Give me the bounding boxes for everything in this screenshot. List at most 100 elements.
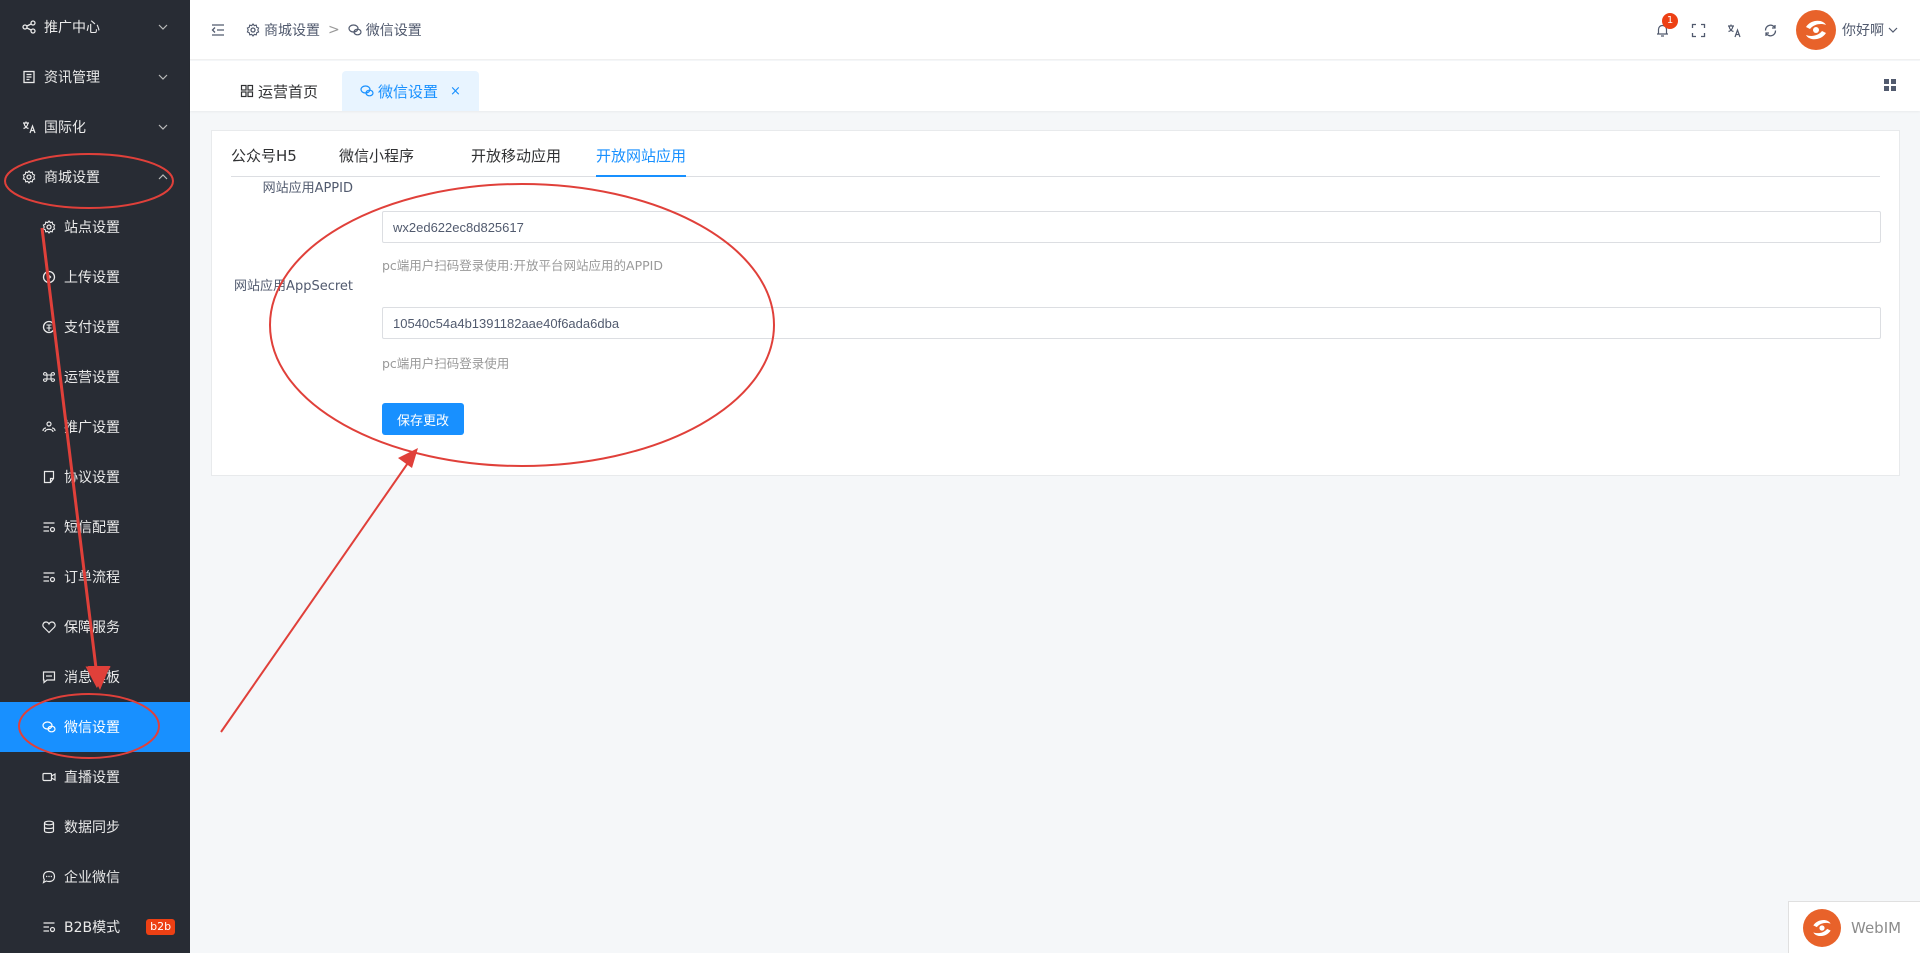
sidebar-item-message-template[interactable]: 消息模板 xyxy=(0,652,190,702)
fullscreen-icon xyxy=(1691,23,1705,37)
sub-tabs: 公众号H5 微信小程序 开放移动应用 开放网站应用 xyxy=(231,131,1880,177)
refresh-button[interactable] xyxy=(1752,0,1788,60)
save-button[interactable]: 保存更改 xyxy=(382,403,465,435)
sidebar-item-label: 推广中心 xyxy=(44,20,100,36)
page-tab-wechat-settings[interactable]: 微信设置 × xyxy=(342,71,479,111)
dashboard-icon xyxy=(240,84,254,98)
sidebar-item-label: 支付设置 xyxy=(64,320,120,336)
breadcrumb: 商城设置 > 微信设置 xyxy=(246,20,422,40)
breadcrumb-label: 商城设置 xyxy=(264,22,320,39)
upload-icon xyxy=(42,270,56,284)
wechat-icon xyxy=(360,85,374,97)
b2b-icon xyxy=(42,920,56,934)
sms-config-icon xyxy=(42,520,56,534)
chevron-down-icon xyxy=(158,124,168,130)
user-menu[interactable]: 你好啊 xyxy=(1796,10,1898,50)
user-name: 你好啊 xyxy=(1842,23,1884,39)
avatar xyxy=(1796,10,1836,50)
appid-hint: pc端用户扫码登录使用:开放平台网站应用的APPID xyxy=(382,258,663,273)
sidebar-item-label: 数据同步 xyxy=(64,820,120,836)
sidebar-item-b2b-mode[interactable]: B2B模式 b2b xyxy=(0,902,190,952)
header-actions: 1 你好啊 xyxy=(1644,0,1920,60)
page-tab-label: 微信设置 xyxy=(378,82,439,101)
sidebar-item-label: 微信设置 xyxy=(64,720,120,736)
gear-icon xyxy=(22,170,36,184)
sidebar-item-i18n[interactable]: 国际化 xyxy=(0,102,190,152)
order-flow-icon xyxy=(42,570,56,584)
sidebar-item-label: 站点设置 xyxy=(64,220,120,236)
sidebar-item-guarantee-service[interactable]: 保障服务 xyxy=(0,602,190,652)
sidebar-item-label: 订单流程 xyxy=(64,570,120,586)
sidebar-item-label: 商城设置 xyxy=(44,170,100,186)
breadcrumb-item-wechat-settings: 微信设置 xyxy=(348,20,422,40)
appid-label: 网站应用APPID xyxy=(262,181,353,196)
b2b-badge: b2b xyxy=(146,919,176,935)
breadcrumb-item-mall-settings[interactable]: 商城设置 xyxy=(246,20,320,40)
database-icon xyxy=(42,820,56,834)
settings-card: 公众号H5 微信小程序 开放移动应用 开放网站应用 网站应用APPID pc端用… xyxy=(211,130,1900,476)
page-tabs-bar: 运营首页 微信设置 × xyxy=(190,61,1920,111)
sidebar-item-label: 上传设置 xyxy=(64,270,120,286)
guarantee-icon xyxy=(42,620,56,634)
collapse-menu-icon[interactable] xyxy=(210,22,226,38)
sidebar-item-operation-settings[interactable]: 运营设置 xyxy=(0,352,190,402)
appsecret-hint: pc端用户扫码登录使用 xyxy=(382,356,510,371)
grid-menu-icon[interactable] xyxy=(1882,77,1898,93)
sidebar-item-data-sync[interactable]: 数据同步 xyxy=(0,802,190,852)
sub-tab-open-mobile-app[interactable]: 开放移动应用 xyxy=(471,145,561,177)
payment-icon xyxy=(42,320,56,334)
translate-icon xyxy=(1727,24,1741,37)
sidebar-item-live-settings[interactable]: 直播设置 xyxy=(0,752,190,802)
page-tab-operations-home[interactable]: 运营首页 xyxy=(222,71,336,111)
sidebar-item-mall-settings[interactable]: 商城设置 xyxy=(0,152,190,202)
sidebar: 推广中心 资讯管理 国际化 商城设置 站点设置 上传设置 支付设置 运营设置 推… xyxy=(0,0,190,953)
sub-tab-official-account-h5[interactable]: 公众号H5 xyxy=(231,145,297,177)
chevron-down-icon xyxy=(1888,27,1898,33)
sidebar-item-order-flow[interactable]: 订单流程 xyxy=(0,552,190,602)
notification-button[interactable]: 1 xyxy=(1644,0,1680,60)
command-icon xyxy=(42,370,56,384)
page-tab-label: 运营首页 xyxy=(258,82,319,101)
breadcrumb-label: 微信设置 xyxy=(365,22,422,39)
sidebar-item-wechat-settings[interactable]: 微信设置 xyxy=(0,702,190,752)
appsecret-input[interactable] xyxy=(382,307,1881,339)
sidebar-item-promotion-center[interactable]: 推广中心 xyxy=(0,2,190,52)
gear-icon xyxy=(42,220,56,234)
sidebar-item-payment-settings[interactable]: 支付设置 xyxy=(0,302,190,352)
video-icon xyxy=(42,770,56,784)
webim-label: WebIM xyxy=(1851,918,1902,937)
fullscreen-button[interactable] xyxy=(1680,0,1716,60)
notification-badge: 1 xyxy=(1662,13,1678,29)
sidebar-item-label: 直播设置 xyxy=(64,770,120,786)
chevron-down-icon xyxy=(158,24,168,30)
document-icon xyxy=(42,470,56,484)
sidebar-item-enterprise-wechat[interactable]: 企业微信 xyxy=(0,852,190,902)
sidebar-item-label: 资讯管理 xyxy=(44,70,100,86)
webim-logo-icon xyxy=(1803,908,1841,947)
sidebar-item-news[interactable]: 资讯管理 xyxy=(0,52,190,102)
sidebar-item-promotion-settings[interactable]: 推广设置 xyxy=(0,402,190,452)
wechat-icon xyxy=(42,720,56,734)
webim-widget[interactable]: WebIM xyxy=(1788,901,1920,953)
annotation-arrow-to-save xyxy=(220,459,411,733)
sidebar-item-label: 国际化 xyxy=(44,120,86,136)
sidebar-item-sms-config[interactable]: 短信配置 xyxy=(0,502,190,552)
language-button[interactable] xyxy=(1716,0,1752,60)
sub-tab-open-website-app[interactable]: 开放网站应用 xyxy=(596,145,687,177)
sidebar-item-agreement-settings[interactable]: 协议设置 xyxy=(0,452,190,502)
sidebar-item-label: B2B模式 xyxy=(64,920,121,936)
sub-tab-mini-program[interactable]: 微信小程序 xyxy=(339,145,414,177)
sidebar-item-label: 保障服务 xyxy=(64,620,120,636)
news-icon xyxy=(22,70,36,84)
message-icon xyxy=(42,670,56,684)
logo-icon xyxy=(1806,20,1826,40)
people-icon xyxy=(42,420,56,434)
sidebar-item-site-settings[interactable]: 站点设置 xyxy=(0,202,190,252)
sidebar-item-label: 推广设置 xyxy=(64,420,120,436)
sidebar-item-label: 短信配置 xyxy=(64,520,120,536)
close-icon[interactable]: × xyxy=(450,84,461,99)
appid-input[interactable] xyxy=(382,211,1881,243)
translate-icon xyxy=(22,120,36,134)
sidebar-item-upload-settings[interactable]: 上传设置 xyxy=(0,252,190,302)
refresh-icon xyxy=(1764,24,1776,36)
